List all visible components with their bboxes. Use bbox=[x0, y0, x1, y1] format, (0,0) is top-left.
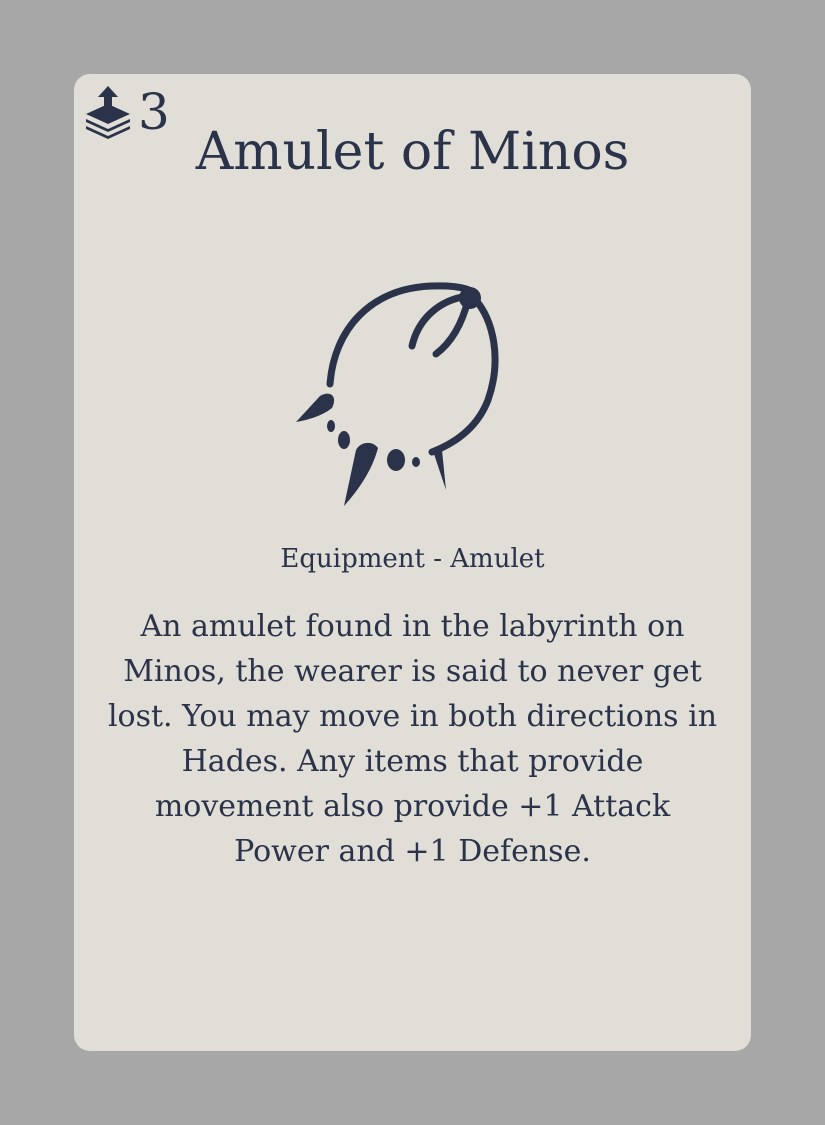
tooth-necklace-icon bbox=[296, 282, 499, 506]
item-card[interactable]: 3 Amulet of Minos Equipment - Amulet An … bbox=[74, 74, 751, 1051]
card-type-line: Equipment - Amulet bbox=[280, 544, 545, 574]
card-title: Amulet of Minos bbox=[195, 122, 630, 182]
card-description: An amulet found in the labyrinth on Mino… bbox=[107, 609, 718, 869]
